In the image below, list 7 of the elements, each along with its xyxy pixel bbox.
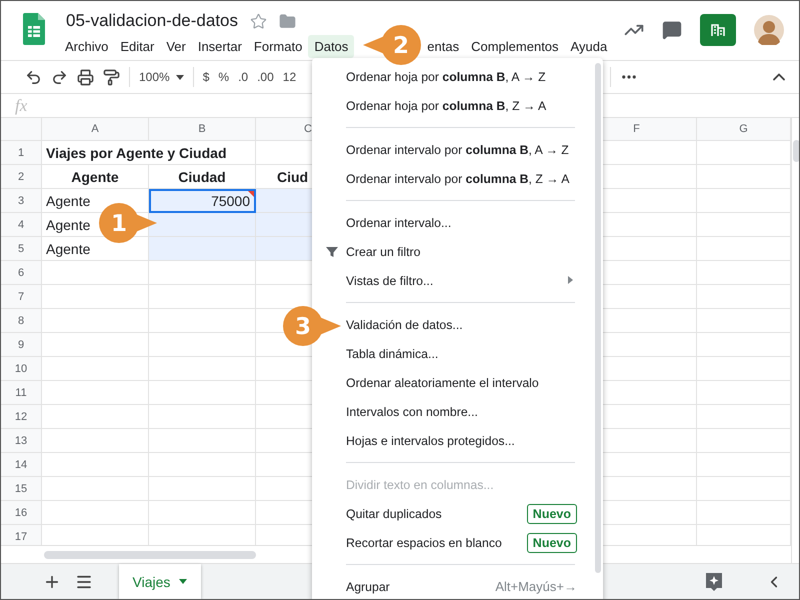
new-badge: Nuevo xyxy=(526,504,577,524)
step-callout: 2 xyxy=(361,22,423,68)
shortcut-text: Alt+Mayús+→ xyxy=(495,579,577,594)
step-callout: 3 xyxy=(281,303,343,349)
formula-label: fx xyxy=(15,96,28,116)
step-callout: 1 xyxy=(97,200,159,246)
new-badge: Nuevo xyxy=(526,532,577,552)
